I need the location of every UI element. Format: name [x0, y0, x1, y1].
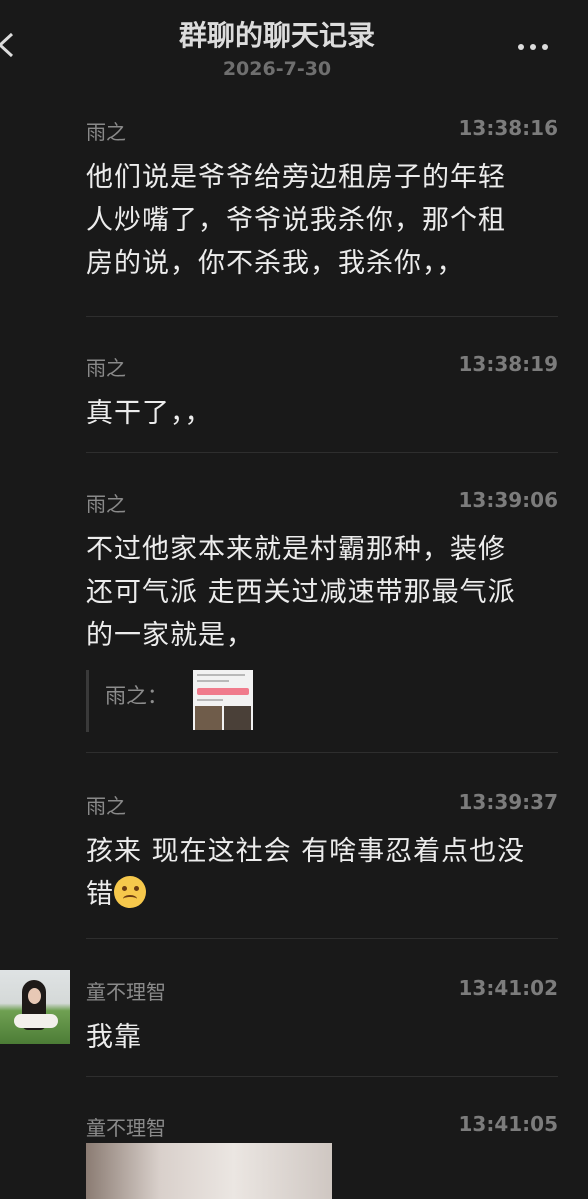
sender-name: 童不理智 [86, 1116, 166, 1140]
message-text: 他们说是爷爷给旁边租房子的年轻 人炒嘴了，爷爷说我杀你，那个租 房的说，你不杀我… [86, 156, 558, 285]
message-text: 不过他家本来就是村霸那种，装修 还可气派 走西关过减速带那最气派 的一家就是， [86, 528, 558, 657]
thumb-line [197, 680, 229, 682]
message-item[interactable]: 雨之 13:38:16 他们说是爷爷给旁边租房子的年轻 人炒嘴了，爷爷说我杀你，… [86, 116, 558, 285]
message-line: 他们说是爷爷给旁边租房子的年轻 [86, 162, 506, 193]
message-text: 我靠 [86, 1016, 558, 1059]
dot [542, 44, 548, 50]
sender-name: 雨之 [86, 120, 126, 144]
message-item[interactable]: 雨之 13:39:37 孩来 现在这社会 有啥事忍着点也没 错 [86, 790, 558, 916]
avatar-body [14, 1014, 58, 1028]
chat-date: 2026-7-30 [222, 58, 332, 80]
message-time: 13:38:16 [458, 116, 559, 140]
grimacing-emoji-icon [114, 876, 146, 908]
message-text: 真干了，， [86, 392, 558, 435]
avatar-face [28, 988, 41, 1004]
message-line: 还可气派 走西关过减速带那最气派 [86, 577, 516, 608]
thumb-line [197, 674, 245, 676]
sender-name: 雨之 [86, 794, 126, 818]
sender-name: 雨之 [86, 492, 126, 516]
message-time: 13:38:19 [458, 352, 559, 376]
quoted-message[interactable]: 雨之： [86, 670, 349, 732]
divider [86, 452, 558, 453]
header: 群聊的聊天记录 2026-7-30 [0, 0, 588, 100]
page-title: 群聊的聊天记录 [178, 19, 375, 52]
divider [86, 752, 558, 753]
message-item[interactable]: 雨之 13:38:19 真干了，， [86, 352, 558, 435]
message-time: 13:39:06 [458, 488, 559, 512]
quoted-image-thumbnail[interactable] [193, 670, 253, 730]
message-text: 孩来 现在这社会 有啥事忍着点也没 错 [86, 830, 558, 916]
thumb-photo [224, 706, 251, 730]
message-line: 孩来 现在这社会 有啥事忍着点也没 [86, 836, 526, 867]
divider [86, 938, 558, 939]
thumb-bar [197, 688, 249, 695]
sender-name: 童不理智 [86, 980, 166, 1004]
more-dots-icon[interactable] [518, 44, 548, 50]
message-line: 房的说，你不杀我，我杀你，， [86, 248, 465, 279]
quote-sender: 雨之： [105, 684, 168, 708]
message-item[interactable]: 童不理智 13:41:05 [86, 1112, 558, 1140]
thumb-line [197, 699, 223, 701]
avatar[interactable] [0, 970, 70, 1044]
sender-name: 雨之 [86, 356, 126, 380]
message-line: 人炒嘴了，爷爷说我杀你，那个租 [86, 205, 506, 236]
message-time: 13:39:37 [458, 790, 559, 814]
message-line: 真干了，， [86, 398, 213, 429]
dot [530, 44, 536, 50]
message-line: 我靠 [86, 1022, 142, 1053]
message-line: 的一家就是， [86, 620, 254, 651]
dot [518, 44, 524, 50]
message-time: 13:41:02 [458, 976, 559, 1000]
message-line: 不过他家本来就是村霸那种，装修 [86, 534, 506, 565]
message-item[interactable]: 雨之 13:39:06 不过他家本来就是村霸那种，装修 还可气派 走西关过减速带… [86, 488, 558, 657]
divider [86, 316, 558, 317]
message-image[interactable] [86, 1143, 332, 1199]
message-line: 错 [86, 879, 114, 910]
message-time: 13:41:05 [458, 1112, 559, 1136]
thumb-photo [195, 706, 222, 730]
divider [86, 1076, 558, 1077]
message-item[interactable]: 童不理智 13:41:02 我靠 [86, 976, 558, 1059]
